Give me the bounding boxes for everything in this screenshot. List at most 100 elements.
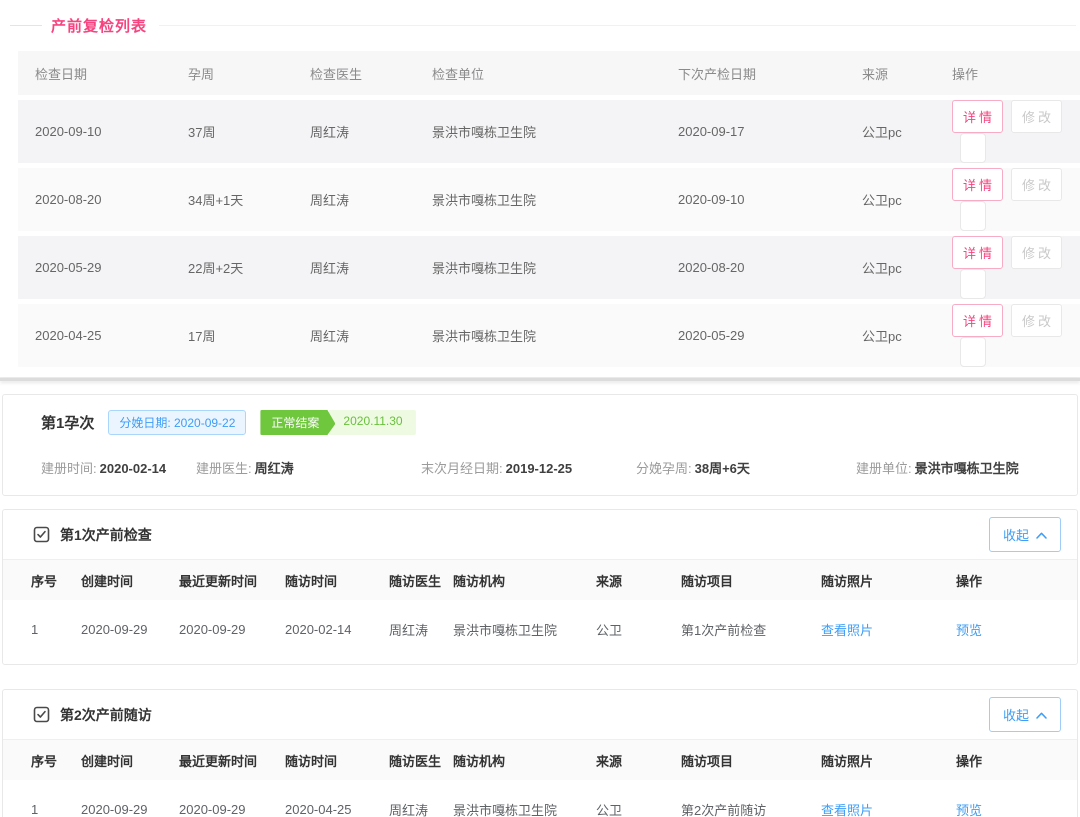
table-cell: 2020-08-20 bbox=[18, 168, 188, 231]
document-check-icon bbox=[33, 706, 50, 723]
col-header: 操作 bbox=[956, 740, 1077, 780]
title-rule-right bbox=[159, 25, 1076, 26]
close-date-tag: 2020.11.30 bbox=[329, 410, 415, 435]
preview-link[interactable]: 预览 bbox=[956, 803, 982, 817]
delivery-date-tag: 分娩日期: 2020-09-22 bbox=[108, 410, 246, 435]
edit-button-disabled[interactable]: 修改 bbox=[1011, 304, 1062, 337]
table-cell: 公卫pc bbox=[862, 236, 952, 299]
visit-table: 序号 创建时间 最近更新时间 随访时间 随访医生 随访机构 来源 随访项目 随访… bbox=[3, 560, 1077, 658]
table-cell: 2020-09-10 bbox=[678, 168, 862, 231]
table-cell: 公卫 bbox=[596, 600, 681, 658]
col-header: 孕周 bbox=[188, 51, 310, 95]
pregnancy-fields-row: 建册时间:2020-02-14 建册医生:周红涛 末次月经日期:2019-12-… bbox=[41, 458, 1057, 477]
collapse-button[interactable]: 收起 bbox=[989, 517, 1061, 552]
table-row: 2020-09-10 37周 周红涛 景洪市嘎栋卫生院 2020-09-17 公… bbox=[18, 100, 1080, 163]
edit-button-disabled[interactable]: 修改 bbox=[1011, 168, 1062, 201]
col-header: 创建时间 bbox=[81, 740, 179, 780]
col-header: 操作 bbox=[952, 51, 1080, 95]
detail-button[interactable]: 详情 bbox=[952, 304, 1003, 337]
col-header: 来源 bbox=[596, 740, 681, 780]
table-cell: 2020-09-29 bbox=[81, 780, 179, 817]
table-cell: 2020-09-29 bbox=[81, 600, 179, 658]
table-cell: 34周+1天 bbox=[188, 168, 310, 231]
visit-section-header: 第2次产前随访 收起 bbox=[3, 690, 1077, 740]
col-header: 检查日期 bbox=[18, 51, 188, 95]
clipped-action-button[interactable] bbox=[960, 201, 986, 231]
table-cell: 周红涛 bbox=[310, 100, 432, 163]
prenatal-list-table: 检查日期 孕周 检查医生 检查单位 下次产检日期 来源 操作 2020-09-1… bbox=[18, 46, 1080, 372]
table-header-row: 序号 创建时间 最近更新时间 随访时间 随访医生 随访机构 来源 随访项目 随访… bbox=[3, 560, 1077, 600]
table-cell: 2020-09-10 bbox=[18, 100, 188, 163]
preview-link[interactable]: 预览 bbox=[956, 623, 982, 638]
field-last-menstrual-date: 末次月经日期:2019-12-25 bbox=[421, 458, 636, 477]
table-cell: 景洪市嘎栋卫生院 bbox=[432, 100, 678, 163]
col-header: 随访项目 bbox=[681, 560, 821, 600]
prenatal-list-title: 产前复检列表 bbox=[51, 15, 147, 36]
field-register-time: 建册时间:2020-02-14 bbox=[41, 458, 196, 477]
collapse-button[interactable]: 收起 bbox=[989, 697, 1061, 732]
col-header: 随访机构 bbox=[453, 560, 596, 600]
row-actions: 详情修改 bbox=[952, 168, 1080, 231]
clipped-action-button[interactable] bbox=[960, 133, 986, 163]
detail-button[interactable]: 详情 bbox=[952, 168, 1003, 201]
table-row: 2020-04-25 17周 周红涛 景洪市嘎栋卫生院 2020-05-29 公… bbox=[18, 304, 1080, 367]
table-cell: 2020-02-14 bbox=[285, 600, 389, 658]
row-actions: 详情修改 bbox=[952, 236, 1080, 299]
table-cell: 景洪市嘎栋卫生院 bbox=[432, 304, 678, 367]
visit-section-1-card: 第1次产前检查 收起 序号 创建时间 最近更新时间 随访时间 随访医生 随访机构… bbox=[2, 509, 1078, 665]
detail-button[interactable]: 详情 bbox=[952, 100, 1003, 133]
table-cell: 查看照片 bbox=[821, 600, 956, 658]
table-cell: 周红涛 bbox=[389, 780, 453, 817]
table-cell: 2020-05-29 bbox=[678, 304, 862, 367]
table-row: 1 2020-09-29 2020-09-29 2020-02-14 周红涛 景… bbox=[3, 600, 1077, 658]
table-cell: 景洪市嘎栋卫生院 bbox=[432, 236, 678, 299]
edit-button-disabled[interactable]: 修改 bbox=[1011, 236, 1062, 269]
table-cell: 预览 bbox=[956, 780, 1077, 817]
detail-button[interactable]: 详情 bbox=[952, 236, 1003, 269]
table-row: 1 2020-09-29 2020-09-29 2020-04-25 周红涛 景… bbox=[3, 780, 1077, 817]
table-cell: 2020-04-25 bbox=[18, 304, 188, 367]
pregnancy-summary-card: 第1孕次 分娩日期: 2020-09-22 正常结案 2020.11.30 建册… bbox=[2, 394, 1078, 496]
table-cell: 查看照片 bbox=[821, 780, 956, 817]
table-cell: 22周+2天 bbox=[188, 236, 310, 299]
view-photos-link[interactable]: 查看照片 bbox=[821, 623, 873, 638]
col-header: 操作 bbox=[956, 560, 1077, 600]
status-badge: 正常结案 bbox=[260, 410, 335, 435]
table-cell: 公卫pc bbox=[862, 168, 952, 231]
visit-section-title: 第2次产前随访 bbox=[60, 705, 152, 725]
field-register-doctor: 建册医生:周红涛 bbox=[196, 458, 421, 477]
pregnancy-title: 第1孕次 bbox=[41, 412, 94, 433]
col-header: 创建时间 bbox=[81, 560, 179, 600]
visit-table: 序号 创建时间 最近更新时间 随访时间 随访医生 随访机构 来源 随访项目 随访… bbox=[3, 740, 1077, 817]
table-cell: 1 bbox=[3, 600, 81, 658]
pregnancy-header: 第1孕次 分娩日期: 2020-09-22 正常结案 2020.11.30 bbox=[41, 410, 1057, 435]
clipped-action-button[interactable] bbox=[960, 337, 986, 367]
visit-section-title: 第1次产前检查 bbox=[60, 525, 152, 545]
table-cell: 公卫pc bbox=[862, 304, 952, 367]
edit-button-disabled[interactable]: 修改 bbox=[1011, 100, 1062, 133]
col-header: 随访机构 bbox=[453, 740, 596, 780]
table-cell: 2020-09-17 bbox=[678, 100, 862, 163]
table-cell: 景洪市嘎栋卫生院 bbox=[432, 168, 678, 231]
table-cell: 周红涛 bbox=[389, 600, 453, 658]
clipped-action-button[interactable] bbox=[960, 269, 986, 299]
table-cell: 2020-04-25 bbox=[285, 780, 389, 817]
row-actions: 详情修改 bbox=[952, 304, 1080, 367]
col-header: 随访时间 bbox=[285, 740, 389, 780]
table-header-row: 检查日期 孕周 检查医生 检查单位 下次产检日期 来源 操作 bbox=[18, 51, 1080, 95]
table-cell: 第1次产前检查 bbox=[681, 600, 821, 658]
table-cell: 37周 bbox=[188, 100, 310, 163]
col-header: 下次产检日期 bbox=[678, 51, 862, 95]
col-header: 序号 bbox=[3, 740, 81, 780]
table-cell: 公卫 bbox=[596, 780, 681, 817]
view-photos-link[interactable]: 查看照片 bbox=[821, 803, 873, 817]
col-header: 随访时间 bbox=[285, 560, 389, 600]
table-cell: 第2次产前随访 bbox=[681, 780, 821, 817]
table-row: 2020-05-29 22周+2天 周红涛 景洪市嘎栋卫生院 2020-08-2… bbox=[18, 236, 1080, 299]
table-cell: 景洪市嘎栋卫生院 bbox=[453, 600, 596, 658]
table-cell: 2020-08-20 bbox=[678, 236, 862, 299]
table-cell: 周红涛 bbox=[310, 168, 432, 231]
col-header: 来源 bbox=[596, 560, 681, 600]
table-row: 2020-08-20 34周+1天 周红涛 景洪市嘎栋卫生院 2020-09-1… bbox=[18, 168, 1080, 231]
chevron-up-icon bbox=[1036, 527, 1047, 542]
